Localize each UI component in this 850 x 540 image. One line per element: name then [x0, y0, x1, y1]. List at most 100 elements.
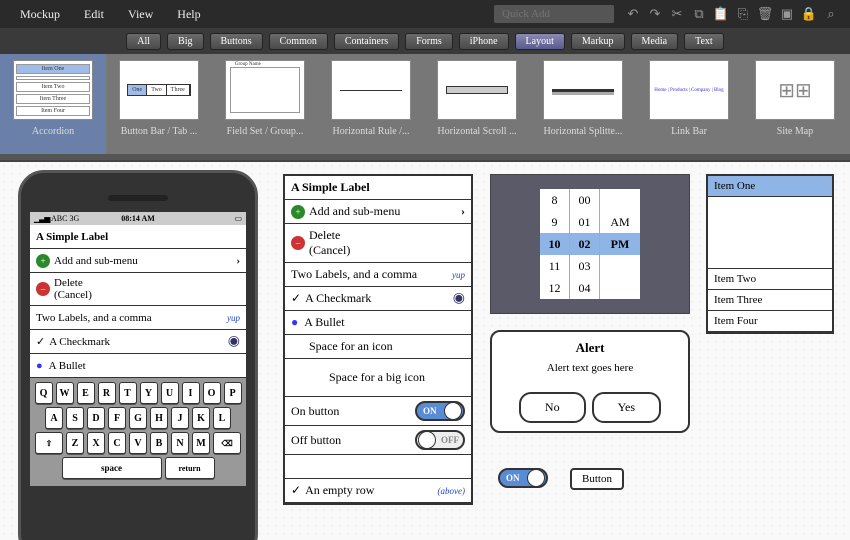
menu-mockup[interactable]: Mockup: [8, 7, 72, 22]
smenu-space-big[interactable]: Space for a big icon: [285, 359, 471, 397]
key-W[interactable]: W: [56, 382, 74, 404]
menu-bullet[interactable]: ● A Bullet: [30, 354, 246, 378]
menu-checkmark[interactable]: ✓ A Checkmark ◉: [30, 330, 246, 354]
duplicate-icon[interactable]: ⎘: [735, 6, 751, 22]
iphone-menu-widget[interactable]: A Simple Label + Add and sub-menu › – De…: [283, 174, 473, 505]
filter-big[interactable]: Big: [167, 33, 203, 50]
menu-view[interactable]: View: [116, 7, 165, 22]
redo-icon[interactable]: ↷: [647, 6, 663, 22]
picker-cell[interactable]: 10: [540, 233, 569, 255]
search-icon[interactable]: ⌕: [823, 6, 839, 22]
key-G[interactable]: G: [129, 407, 147, 429]
smenu-bullet[interactable]: ● A Bullet: [285, 311, 471, 335]
switch-off[interactable]: OFF: [415, 430, 465, 450]
key-K[interactable]: K: [192, 407, 210, 429]
copy-icon[interactable]: ⧉: [691, 6, 707, 22]
picker-cell[interactable]: [600, 255, 640, 277]
cut-icon[interactable]: ✂: [669, 6, 685, 22]
filter-all[interactable]: All: [126, 33, 161, 50]
filter-iphone[interactable]: iPhone: [459, 33, 509, 50]
picker-cell[interactable]: 8: [540, 189, 569, 211]
picker-cell[interactable]: 11: [540, 255, 569, 277]
accordion-row[interactable]: Item Two: [708, 269, 832, 290]
filter-media[interactable]: Media: [631, 33, 679, 50]
menu-header[interactable]: A Simple Label: [30, 225, 246, 249]
filter-markup[interactable]: Markup: [571, 33, 625, 50]
key-R[interactable]: R: [98, 382, 116, 404]
key-return[interactable]: return: [165, 457, 215, 479]
picker-cell[interactable]: 01: [570, 211, 599, 233]
key-C[interactable]: C: [108, 432, 126, 454]
library-item[interactable]: Group NameField Set / Group...: [212, 54, 318, 160]
smenu-checkmark[interactable]: ✓ A Checkmark ◉: [285, 287, 471, 311]
delete-icon[interactable]: 🗑: [757, 6, 773, 22]
button-widget[interactable]: Button: [570, 468, 624, 490]
key-L[interactable]: L: [213, 407, 231, 429]
key-M[interactable]: M: [192, 432, 210, 454]
menu-help[interactable]: Help: [165, 7, 212, 22]
filter-forms[interactable]: Forms: [405, 33, 453, 50]
alert-yes-button[interactable]: Yes: [592, 392, 661, 423]
undo-icon[interactable]: ↶: [625, 6, 641, 22]
key-X[interactable]: X: [87, 432, 105, 454]
menu-edit[interactable]: Edit: [72, 7, 116, 22]
picker-cell[interactable]: 03: [570, 255, 599, 277]
key-F[interactable]: F: [108, 407, 126, 429]
key-space[interactable]: space: [62, 457, 162, 479]
menu-add[interactable]: + Add and sub-menu ›: [30, 249, 246, 273]
filter-buttons[interactable]: Buttons: [210, 33, 263, 50]
accordion-row[interactable]: Item Four: [708, 311, 832, 332]
menu-delete[interactable]: – Delete(Cancel): [30, 273, 246, 306]
library-item[interactable]: OneTwoThreeButton Bar / Tab ...: [106, 54, 212, 160]
group-icon[interactable]: ▣: [779, 6, 795, 22]
key-H[interactable]: H: [150, 407, 168, 429]
key-O[interactable]: O: [203, 382, 221, 404]
key-Y[interactable]: Y: [140, 382, 158, 404]
filter-containers[interactable]: Containers: [334, 33, 399, 50]
picker-cell[interactable]: 12: [540, 277, 569, 299]
key-T[interactable]: T: [119, 382, 137, 404]
lock-icon[interactable]: 🔒: [801, 6, 817, 22]
smenu-two-labels[interactable]: Two Labels, and a comma yup: [285, 263, 471, 287]
menu-two-labels[interactable]: Two Labels, and a comma yup: [30, 306, 246, 330]
picker-cell[interactable]: [600, 189, 640, 211]
key-I[interactable]: I: [182, 382, 200, 404]
key-U[interactable]: U: [161, 382, 179, 404]
picker-cell[interactable]: 9: [540, 211, 569, 233]
smenu-add[interactable]: + Add and sub-menu ›: [285, 200, 471, 224]
picker-cell[interactable]: 02: [570, 233, 599, 255]
smenu-empty[interactable]: ✓ An empty row (above): [285, 479, 471, 503]
alert-no-button[interactable]: No: [519, 392, 586, 423]
smenu-on-switch[interactable]: On button ON: [285, 397, 471, 426]
key-D[interactable]: D: [87, 407, 105, 429]
filter-layout[interactable]: Layout: [515, 33, 565, 50]
alert-widget[interactable]: Alert Alert text goes here No Yes: [490, 330, 690, 433]
library-item[interactable]: Horizontal Scroll ...: [424, 54, 530, 160]
key-S[interactable]: S: [66, 407, 84, 429]
library-item[interactable]: Home | Products | Company | BlogLink Bar: [636, 54, 742, 160]
switch-on[interactable]: ON: [415, 401, 465, 421]
iphone-picker-widget[interactable]: 891011120001020304AMPM: [490, 174, 690, 314]
key-B[interactable]: B: [150, 432, 168, 454]
accordion-row[interactable]: Item One: [708, 176, 832, 197]
key-N[interactable]: N: [171, 432, 189, 454]
library-item[interactable]: Item OneItem TwoItem ThreeItem FourAccor…: [0, 54, 106, 160]
smenu-off-switch[interactable]: Off button OFF: [285, 426, 471, 455]
key-Q[interactable]: Q: [35, 382, 53, 404]
quick-add-input[interactable]: [494, 5, 614, 23]
on-off-switch-widget[interactable]: ON: [498, 468, 548, 488]
picker-cell[interactable]: 04: [570, 277, 599, 299]
key-Z[interactable]: Z: [66, 432, 84, 454]
key-A[interactable]: A: [45, 407, 63, 429]
iphone-mockup[interactable]: ▁▃▅ ABC 3G 08:14 AM ▭ A Simple Label + A…: [18, 170, 258, 540]
filter-common[interactable]: Common: [269, 33, 328, 50]
canvas[interactable]: ▁▃▅ ABC 3G 08:14 AM ▭ A Simple Label + A…: [0, 162, 850, 540]
filter-text[interactable]: Text: [684, 33, 724, 50]
library-item[interactable]: Horizontal Splitte...: [530, 54, 636, 160]
picker-cell[interactable]: AM: [600, 211, 640, 233]
picker-wheels[interactable]: 891011120001020304AMPM: [540, 189, 640, 299]
accordion-widget[interactable]: Item OneItem TwoItem ThreeItem Four: [706, 174, 834, 334]
paste-icon[interactable]: 📋: [713, 6, 729, 22]
key-shift[interactable]: ⇧: [35, 432, 63, 454]
smenu-header[interactable]: A Simple Label: [285, 176, 471, 200]
